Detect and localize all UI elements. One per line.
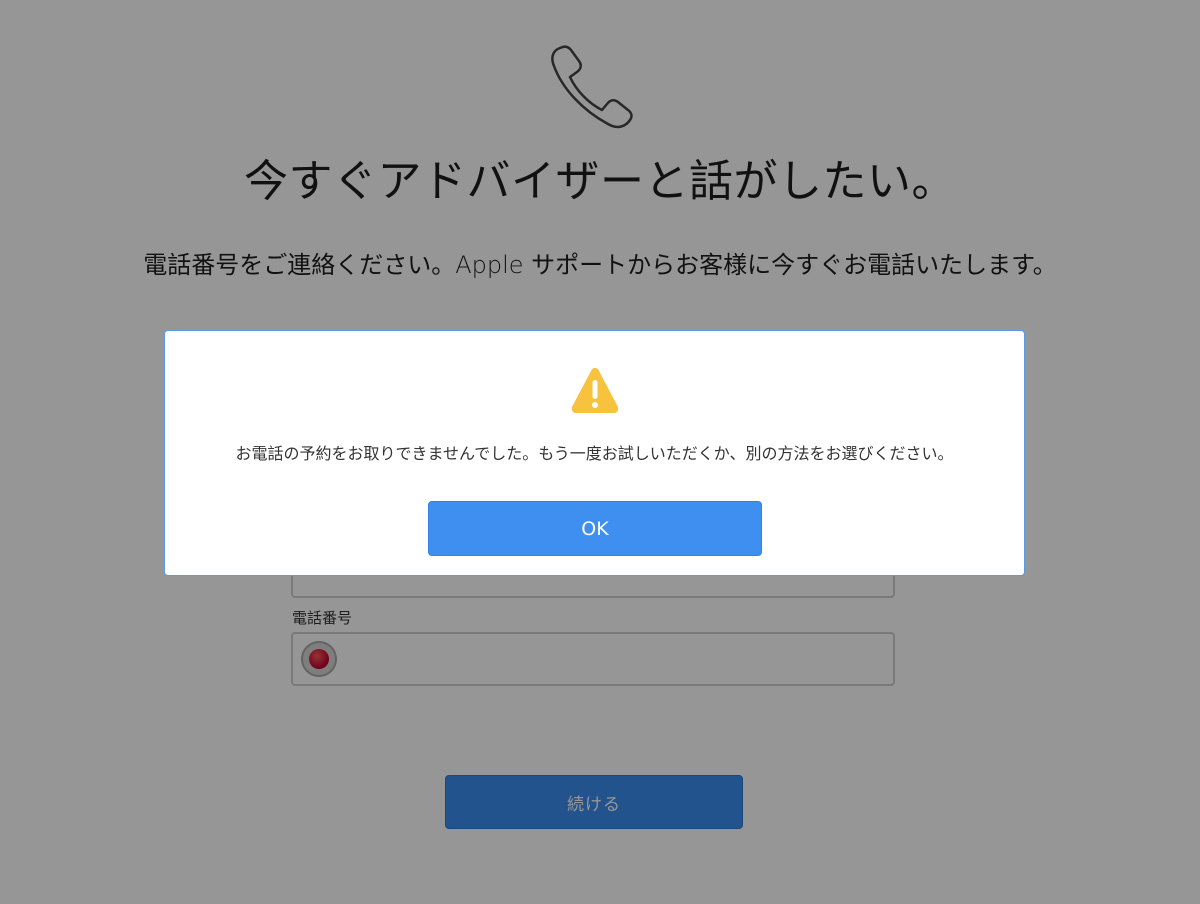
error-dialog: お電話の予約をお取りできませんでした。もう一度お試しいただくか、別の方法をお選び… [164, 330, 1025, 576]
warning-icon [571, 368, 619, 413]
ok-button[interactable]: OK [428, 501, 762, 556]
page: 今すぐアドバイザーと話がしたい。 電話番号をご連絡ください。Apple サポート… [0, 0, 1200, 904]
dialog-message: お電話の予約をお取りできませんでした。もう一度お試しいただくか、別の方法をお選び… [235, 444, 954, 463]
